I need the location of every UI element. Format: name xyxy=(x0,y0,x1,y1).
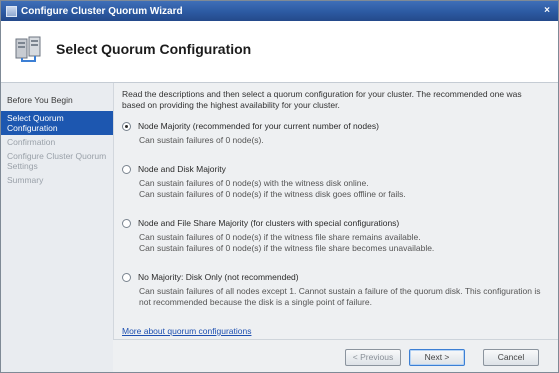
option-label[interactable]: No Majority: Disk Only (not recommended) xyxy=(138,272,299,283)
main-content: Read the descriptions and then select a … xyxy=(122,89,547,337)
close-icon[interactable]: × xyxy=(540,4,554,17)
option-label[interactable]: Node and File Share Majority (for cluste… xyxy=(138,218,399,229)
radio-disk-only[interactable] xyxy=(122,273,131,282)
option-label[interactable]: Node and Disk Majority xyxy=(138,164,226,175)
option-node-majority[interactable]: Node Majority (recommended for your curr… xyxy=(122,121,547,146)
wizard-footer: < Previous Next > Cancel xyxy=(113,339,558,372)
previous-button[interactable]: < Previous xyxy=(345,349,401,366)
option-description: Can sustain failures of 0 node(s) with t… xyxy=(139,178,406,199)
wizard-steps-sidebar: Before You Begin Select Quorum Configura… xyxy=(1,83,114,372)
option-node-file-share-majority[interactable]: Node and File Share Majority (for cluste… xyxy=(122,218,547,254)
sidebar-item-before-you-begin[interactable]: Before You Begin xyxy=(1,93,113,107)
radio-node-majority[interactable] xyxy=(122,122,131,131)
title-bar[interactable]: Configure Cluster Quorum Wizard × xyxy=(1,1,558,21)
wizard-header: Select Quorum Configuration xyxy=(1,21,558,83)
option-description: Can sustain failures of all nodes except… xyxy=(139,286,541,307)
window-title: Configure Cluster Quorum Wizard xyxy=(21,5,183,17)
cancel-button[interactable]: Cancel xyxy=(483,349,539,366)
page-title: Select Quorum Configuration xyxy=(56,41,252,57)
sidebar-item-confirmation: Confirmation xyxy=(7,137,56,147)
intro-text: Read the descriptions and then select a … xyxy=(122,89,522,110)
option-description: Can sustain failures of 0 node(s) if the… xyxy=(139,232,435,253)
sidebar-item-configure-quorum: Configure Cluster Quorum Settings xyxy=(7,151,107,171)
option-node-disk-majority[interactable]: Node and Disk Majority Can sustain failu… xyxy=(122,164,547,200)
more-about-quorum-link[interactable]: More about quorum configurations xyxy=(122,326,547,337)
option-disk-only[interactable]: No Majority: Disk Only (not recommended)… xyxy=(122,272,547,308)
option-label[interactable]: Node Majority (recommended for your curr… xyxy=(138,121,379,132)
cluster-wizard-icon xyxy=(15,36,41,62)
option-description: Can sustain failures of 0 node(s). xyxy=(139,135,264,145)
radio-node-disk-majority[interactable] xyxy=(122,165,131,174)
next-button[interactable]: Next > xyxy=(409,349,465,366)
wizard-window: Configure Cluster Quorum Wizard × Select… xyxy=(0,0,559,373)
wizard-app-icon xyxy=(6,5,17,17)
sidebar-item-summary: Summary xyxy=(7,175,44,185)
radio-node-file-share-majority[interactable] xyxy=(122,219,131,228)
sidebar-item-select-quorum[interactable]: Select Quorum Configuration xyxy=(1,111,113,135)
